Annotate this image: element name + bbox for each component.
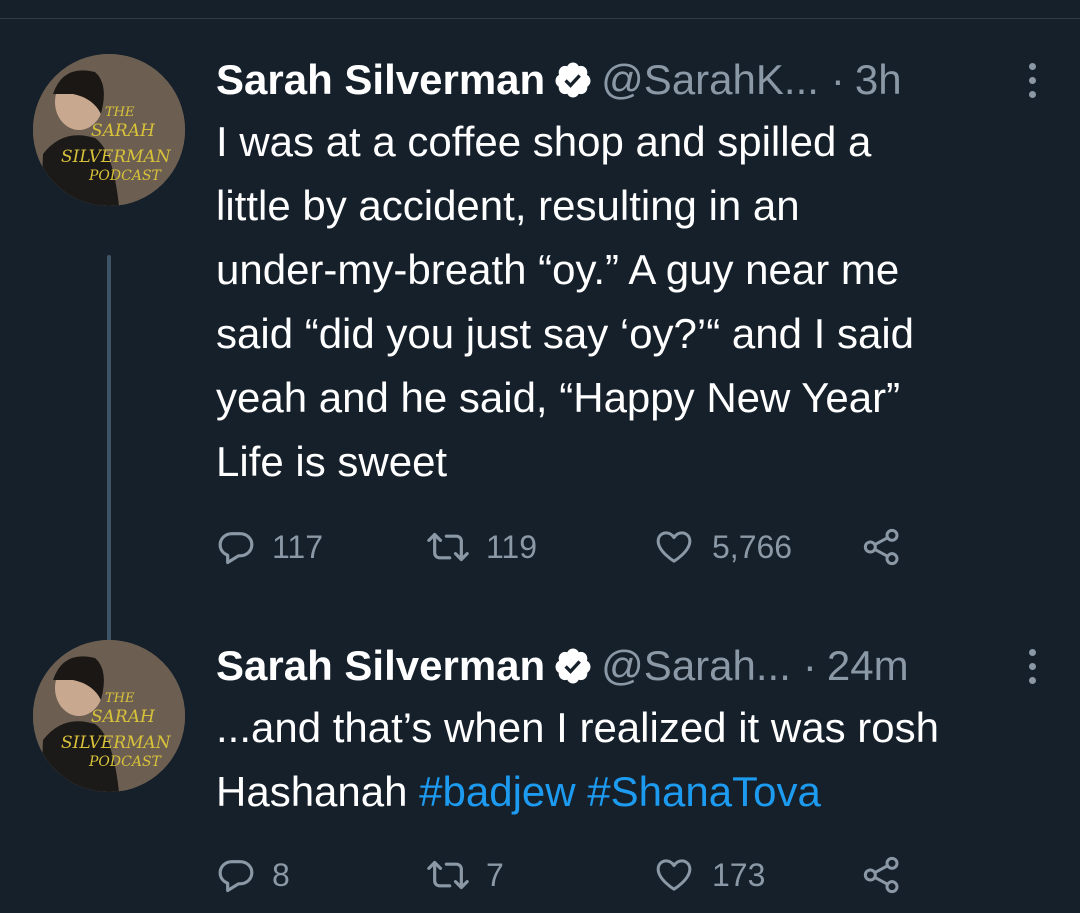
timestamp[interactable]: 3h [855, 50, 902, 110]
like-button[interactable]: 173 [652, 850, 765, 900]
retweet-icon [427, 860, 469, 890]
reply-button[interactable]: 8 [216, 850, 290, 900]
tweet-text: ...and that’s when I realized it was ros… [216, 696, 1050, 824]
author-handle[interactable]: @Sarah... [601, 636, 791, 696]
retweet-count: 7 [486, 856, 504, 893]
heart-icon [656, 859, 692, 891]
verified-badge-icon [553, 60, 593, 100]
timeline: THE SARAH SILVERMAN PODCAST Sarah Silver… [0, 0, 1080, 913]
tweet-text-line: said “did you just say ‘oy?’“ and I said [216, 310, 915, 357]
avatar-text: SILVERMAN [61, 733, 172, 753]
like-count: 173 [712, 856, 766, 893]
divider [0, 18, 1080, 19]
tweet-text-line: yeah and he said, “Happy New Year” [216, 374, 901, 421]
like-button[interactable]: 5,766 [652, 522, 792, 572]
avatar-text: THE [105, 105, 135, 120]
tweet-actions: 8 7 173 [216, 850, 1016, 900]
reply-button[interactable]: 117 [216, 522, 323, 572]
avatar-text: THE [105, 691, 135, 706]
more-options-icon[interactable] [1020, 56, 1044, 104]
retweet-count: 119 [486, 528, 538, 565]
avatar[interactable]: THE SARAH SILVERMAN PODCAST [33, 640, 185, 792]
tweet-header: Sarah Silverman @SarahK... · 3h [216, 50, 1050, 110]
avatar-text: SILVERMAN [61, 147, 172, 167]
tweet-header: Sarah Silverman @Sarah... · 24m [216, 636, 1050, 696]
tweet-body: Sarah Silverman @SarahK... · 3h I was at… [216, 50, 1050, 494]
share-button[interactable] [862, 850, 918, 900]
retweet-icon [427, 532, 469, 562]
avatar-text: PODCAST [88, 754, 163, 770]
heart-icon [656, 531, 692, 563]
reply-icon [218, 860, 254, 893]
separator: · [802, 642, 817, 689]
tweet-text-line: little by accident, resulting in an [216, 182, 800, 229]
avatar-text: PODCAST [88, 168, 163, 184]
tweet-text-line: I was at a coffee shop and spilled a [216, 118, 872, 165]
tweet-text-line: ...and that’s when I realized it was ros… [216, 704, 939, 751]
timestamp[interactable]: 24m [827, 636, 909, 696]
avatar[interactable]: THE SARAH SILVERMAN PODCAST [33, 54, 185, 206]
share-icon [863, 528, 899, 566]
hashtag-link[interactable]: #badjew [419, 768, 575, 815]
share-button[interactable] [862, 522, 918, 572]
tweet-text-segment: Hashanah [216, 768, 420, 815]
avatar-text: SARAH [91, 121, 156, 141]
tweet-actions: 117 119 5,766 [216, 522, 1016, 572]
author-handle[interactable]: @SarahK... [601, 50, 819, 110]
author-name[interactable]: Sarah Silverman [216, 50, 545, 110]
tweet-body: Sarah Silverman @Sarah... · 24m ...and t… [216, 636, 1050, 824]
tweet-text-line: under-my-breath “oy.” A guy near me [216, 246, 900, 293]
author-name[interactable]: Sarah Silverman [216, 636, 545, 696]
tweet-text-line: Life is sweet [216, 438, 448, 485]
tweet-text: I was at a coffee shop and spilled a lit… [216, 110, 1050, 494]
thread-connector [107, 255, 111, 655]
reply-count: 8 [272, 856, 290, 893]
retweet-button[interactable]: 119 [426, 522, 537, 572]
more-options-icon[interactable] [1020, 642, 1044, 690]
like-count: 5,766 [712, 528, 793, 565]
reply-count: 117 [272, 528, 324, 565]
tweet-text-line: Hashanah #badjew #ShanaTova [216, 760, 1050, 824]
avatar-text: SARAH [91, 707, 156, 727]
hashtag-link[interactable]: #ShanaTova [587, 768, 821, 815]
verified-badge-icon [553, 646, 593, 686]
reply-icon [218, 532, 254, 565]
retweet-button[interactable]: 7 [426, 850, 504, 900]
share-icon [863, 856, 899, 894]
separator: · [830, 56, 845, 103]
